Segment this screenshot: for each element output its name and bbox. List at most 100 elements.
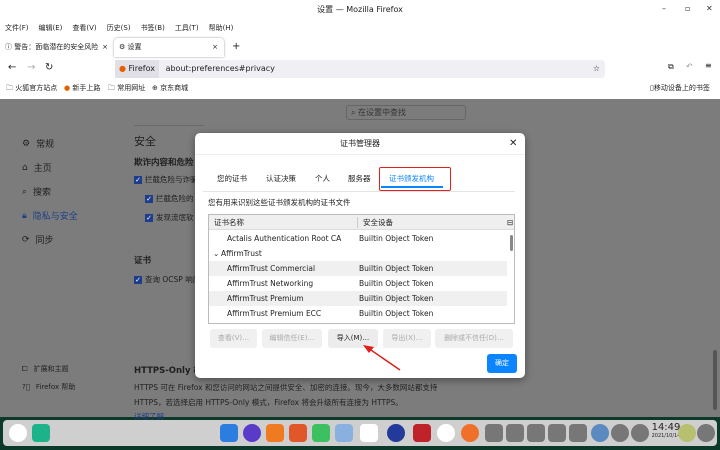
calendar-icon[interactable] bbox=[360, 424, 378, 442]
tab-warning[interactable]: ⓘ 警告：面临潜在的安全风险 × bbox=[0, 38, 112, 57]
clipboard-tray-icon[interactable] bbox=[485, 424, 503, 442]
close-tab-icon[interactable]: × bbox=[102, 38, 108, 57]
mobile-bookmarks[interactable]: ▯移动设备上的书签 bbox=[650, 80, 710, 97]
bookmark-label: 火狐官方站点 bbox=[15, 84, 58, 92]
tab-people[interactable]: 个人 bbox=[315, 173, 330, 184]
menu-history[interactable]: 历史(S) bbox=[107, 20, 131, 36]
archive-icon[interactable] bbox=[266, 424, 284, 442]
forward-button[interactable]: → bbox=[27, 62, 35, 73]
cert-device: Builtin Object Token bbox=[359, 309, 434, 318]
help-icon: ?⃝ bbox=[22, 383, 30, 391]
column-picker-icon[interactable]: ⊟ bbox=[507, 215, 513, 230]
browser-icon[interactable] bbox=[243, 424, 261, 442]
ok-button[interactable]: 确定 bbox=[487, 354, 517, 373]
minimize-button[interactable]: – bbox=[662, 4, 666, 13]
menu-edit[interactable]: 编辑(E) bbox=[39, 20, 63, 36]
close-tab-icon[interactable]: × bbox=[212, 38, 218, 57]
maximize-button[interactable]: ▫ bbox=[685, 4, 690, 13]
block-downloads-checkbox[interactable]: ✓ 拦截危险的 bbox=[145, 193, 194, 204]
identity-box[interactable]: ● Firefox bbox=[115, 60, 160, 78]
chevron-down-icon[interactable]: ⌄ bbox=[213, 246, 219, 261]
app-store-icon[interactable] bbox=[220, 424, 238, 442]
bookmark-item[interactable]: ● 新手上路 bbox=[64, 80, 100, 97]
table-row[interactable]: AffirmTrust Networking Builtin Object Tok… bbox=[209, 276, 507, 291]
sidebar-extensions[interactable]: ⧠ 扩展和主题 bbox=[22, 364, 69, 374]
table-row[interactable]: AffirmTrust Commercial Builtin Object Tok… bbox=[209, 261, 507, 276]
menu-tools[interactable]: 工具(T) bbox=[175, 20, 199, 36]
sidebar-item-sync[interactable]: ⟳ 同步 bbox=[22, 233, 54, 247]
deceptive-heading: 欺诈内容和危险 bbox=[134, 158, 194, 168]
menu-help[interactable]: 帮助(H) bbox=[209, 20, 234, 36]
menu-icon[interactable]: ≡ bbox=[705, 61, 712, 70]
back-button[interactable]: ← bbox=[8, 62, 16, 73]
pen-icon[interactable] bbox=[527, 424, 545, 442]
display-icon[interactable] bbox=[611, 424, 629, 442]
network-icon[interactable] bbox=[591, 424, 609, 442]
table-row[interactable]: Actalis Authentication Root CA Builtin Ob… bbox=[209, 231, 507, 246]
bookmark-star-icon[interactable]: ☆ bbox=[593, 60, 600, 78]
edit-trust-button[interactable]: 编辑信任(E)… bbox=[262, 329, 322, 348]
wps-icon[interactable] bbox=[437, 424, 455, 442]
security-heading: 安全 bbox=[134, 135, 156, 148]
multitask-icon[interactable] bbox=[32, 424, 50, 442]
checkbox-label: 发现流氓软 bbox=[156, 213, 194, 222]
sidebar-item-search[interactable]: ⌕ 搜索 bbox=[22, 185, 51, 199]
launcher-icon[interactable] bbox=[9, 424, 27, 442]
keyboard-icon[interactable] bbox=[548, 424, 566, 442]
page-scrollbar[interactable] bbox=[713, 350, 717, 410]
volume-icon[interactable] bbox=[506, 424, 524, 442]
ocsp-checkbox[interactable]: ✓ 查询 OCSP 响应 bbox=[134, 274, 200, 285]
table-row-group[interactable]: ⌄ AffirmTrust bbox=[209, 246, 507, 261]
sidebar-item-home[interactable]: ⌂ 主页 bbox=[22, 161, 52, 175]
cert-device: Builtin Object Token bbox=[359, 264, 434, 273]
sidebar-help[interactable]: ?⃝ Firefox 帮助 bbox=[22, 382, 75, 392]
column-cert-name[interactable]: 证书名称 bbox=[214, 215, 244, 230]
view-button[interactable]: 查看(V)… bbox=[210, 329, 257, 348]
tab-label: 设置 bbox=[127, 43, 142, 51]
undo-icon[interactable]: ↶ bbox=[686, 62, 693, 71]
cert-device: Builtin Object Token bbox=[359, 234, 434, 243]
close-window-button[interactable]: ✕ bbox=[706, 4, 713, 13]
url-bar[interactable]: ● Firefox about:preferences#privacy ☆ bbox=[115, 60, 605, 78]
music-icon[interactable] bbox=[312, 424, 330, 442]
settings-app-icon[interactable] bbox=[387, 424, 405, 442]
https-description: HTTPS 可在 Firefox 和您访问的网站之间提供安全、加密的连接。现今，… bbox=[134, 383, 438, 392]
menu-bookmarks[interactable]: 书签(B) bbox=[141, 20, 165, 36]
terminal-icon[interactable] bbox=[413, 424, 431, 442]
warn-unwanted-checkbox[interactable]: ✓ 发现流氓软 bbox=[145, 212, 194, 223]
extensions-icon[interactable]: ⧉ bbox=[668, 62, 674, 72]
bookmark-item[interactable]: 🗀 常用网址 bbox=[108, 80, 145, 97]
sidebar-item-privacy[interactable]: 🔒︎ 隐私与安全 bbox=[22, 209, 78, 223]
bookmark-item[interactable]: ⊕ 京东商城 bbox=[152, 80, 188, 97]
notification-bell-icon[interactable] bbox=[697, 424, 715, 442]
cert-name: AffirmTrust Networking bbox=[227, 279, 314, 288]
tab-label: 警告：面临潜在的安全风险 bbox=[14, 43, 99, 51]
tab-authentication-decisions[interactable]: 认证决策 bbox=[266, 173, 296, 184]
menu-file[interactable]: 文件(F) bbox=[5, 20, 29, 36]
bookmark-item[interactable]: 🗀 火狐官方站点 bbox=[6, 80, 57, 97]
tab-your-certificates[interactable]: 您的证书 bbox=[217, 173, 247, 184]
image-viewer-icon[interactable] bbox=[289, 424, 307, 442]
tree-scrollbar[interactable] bbox=[510, 235, 513, 251]
user-icon[interactable] bbox=[678, 424, 696, 442]
delete-distrust-button[interactable]: 删除或不信任(D)… bbox=[435, 329, 513, 348]
block-dangerous-checkbox[interactable]: ✓ 拦截危险与诈骗 bbox=[134, 174, 198, 185]
settings-search-input[interactable]: ⌕ 在设置中查找 bbox=[346, 105, 466, 120]
annotation-arrow bbox=[363, 345, 401, 371]
certificate-tree[interactable]: 证书名称 安全设备 ⊟ Actalis Authentication Root … bbox=[208, 214, 515, 324]
menu-view[interactable]: 查看(V) bbox=[72, 20, 96, 36]
expand-tray-icon[interactable] bbox=[569, 424, 587, 442]
close-dialog-icon[interactable]: ✕ bbox=[509, 138, 517, 149]
tab-servers[interactable]: 服务器 bbox=[348, 173, 371, 184]
reload-button[interactable]: ↻ bbox=[45, 62, 53, 73]
table-row[interactable]: AffirmTrust Premium ECC Builtin Object To… bbox=[209, 306, 507, 321]
cert-group: AffirmTrust bbox=[221, 249, 262, 258]
tab-authorities[interactable]: 证书颁发机构 bbox=[389, 173, 434, 184]
document-viewer-icon[interactable] bbox=[335, 424, 353, 442]
firefox-taskbar-icon[interactable] bbox=[461, 424, 479, 442]
column-security-device[interactable]: 安全设备 bbox=[363, 215, 393, 230]
new-tab-button[interactable]: + bbox=[232, 41, 240, 52]
table-row[interactable]: AffirmTrust Premium Builtin Object Token bbox=[209, 291, 507, 306]
tab-settings[interactable]: ⚙ 设置 × bbox=[114, 38, 224, 57]
sidebar-item-general[interactable]: ⚙ 常规 bbox=[22, 137, 54, 151]
